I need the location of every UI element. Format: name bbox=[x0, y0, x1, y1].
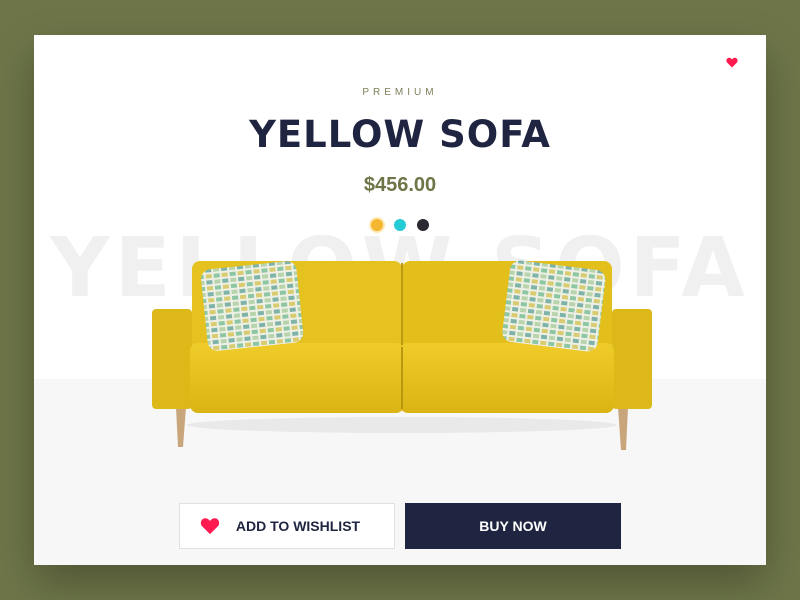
product-title: YELLOW SOFA bbox=[249, 113, 551, 156]
swatch-dark[interactable] bbox=[417, 219, 429, 231]
color-swatches bbox=[34, 219, 766, 231]
product-category-label: PREMIUM bbox=[362, 87, 438, 98]
favorite-heart-icon[interactable] bbox=[726, 57, 738, 68]
sofa-image bbox=[152, 260, 652, 450]
wishlist-label: ADD TO WISHLIST bbox=[235, 518, 361, 534]
product-price: $456.00 bbox=[363, 174, 437, 196]
product-card: YELLOW SOFA PREMIUM YELLOW SOFA $456.00 bbox=[34, 35, 766, 565]
swatch-yellow[interactable] bbox=[371, 219, 383, 231]
heart-icon bbox=[200, 518, 220, 535]
add-to-wishlist-button[interactable]: ADD TO WISHLIST bbox=[179, 503, 395, 549]
buy-now-button[interactable]: BUY NOW bbox=[405, 503, 621, 549]
buy-now-label: BUY NOW bbox=[479, 518, 547, 534]
swatch-cyan[interactable] bbox=[394, 219, 406, 231]
